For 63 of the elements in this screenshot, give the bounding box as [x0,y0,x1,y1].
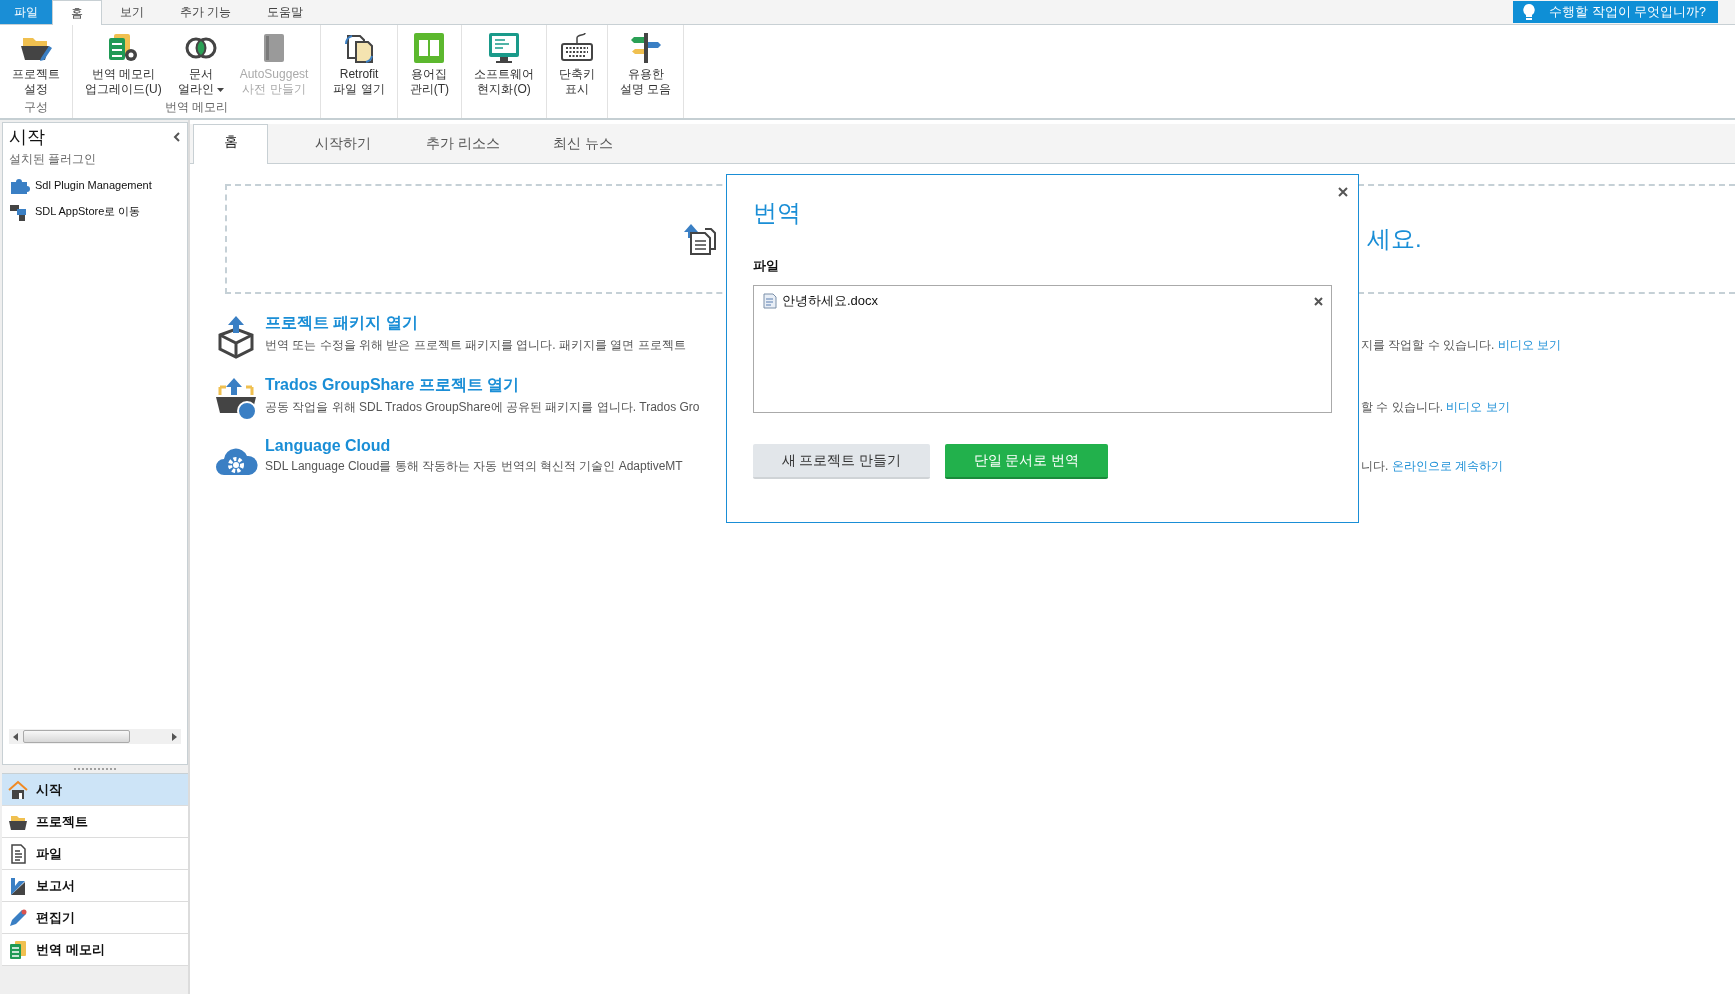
remove-icon[interactable] [1314,296,1323,306]
file-list[interactable]: 안녕하세요.docx [753,285,1332,413]
create-project-button[interactable]: 새 프로젝트 만들기 [753,444,930,479]
upload-documents-icon [683,223,717,255]
plugin-item[interactable]: SDL AppStore로 이동 [9,198,181,225]
ribbon-tab[interactable]: 추가 기능 [162,0,250,24]
video-link[interactable]: 온라인으로 계속하기 [1391,459,1503,473]
keyboard-icon [560,32,595,64]
ribbon-button[interactable]: Retrofit 파일 열기 [325,25,393,118]
nav-item[interactable]: 파일 [2,838,188,870]
close-icon[interactable] [1338,187,1348,197]
open-book-icon [412,32,447,64]
nav-item[interactable]: 프로젝트 [2,806,188,838]
house-icon [8,779,28,800]
video-link[interactable]: 비디오 보기 [1497,338,1561,352]
horizontal-scrollbar[interactable] [9,729,181,744]
database-icon [8,939,28,960]
ribbon-tab[interactable]: 보기 [102,0,162,24]
ribbon-button[interactable]: 용어집 관리(T) [401,25,458,118]
field-label: 파일 [753,257,780,275]
description-text: SDL Language Cloud를 통해 작동하는 자동 번역의 혁신적 기술인 AdaptiveMT [265,458,684,475]
tell-me-search-field[interactable]: 수행할 작업이 무엇입니까? [1513,1,1718,23]
lightbulb-icon [1523,4,1536,20]
plugin-item[interactable]: Sdl Plugin Management [9,171,181,198]
video-link[interactable]: 비디오 보기 [1446,400,1510,414]
monitor-icon [487,32,522,64]
description-text: 지를 작업할 수 있습니다. 비디오 보기 [1361,337,1561,354]
drop-zone-text: 세요. [1367,224,1422,254]
report-icon [8,875,28,896]
section-heading: 설치된 플러그인 [9,151,98,168]
file-tab[interactable]: 파일 [0,0,52,24]
ribbon-button[interactable]: 문서 얼라인 [169,25,232,99]
document-icon [8,843,28,864]
collapse-chevron-icon[interactable] [173,132,181,142]
nav-item[interactable]: 번역 메모리 [2,934,188,966]
ribbon-button[interactable]: 번역 메모리 업그레이드(U) [77,25,170,99]
document-icon [762,293,778,309]
group-label: 번역 메모리 [165,99,229,116]
ribbon-button[interactable]: 유용한 설명 모음 [612,25,680,118]
ribbon-tab[interactable]: 도움말 [249,0,322,24]
panel-title: 시작 [9,126,45,149]
nav-item[interactable]: 보고서 [2,870,188,902]
pencil-icon [8,907,28,928]
group-label: 구성 [24,99,48,116]
description-text: 니다. 온라인으로 계속하기 [1361,458,1503,475]
content-tab[interactable]: 홈 [193,124,268,164]
nav-item[interactable]: 시작 [2,774,188,806]
ribbon-button[interactable]: 단축키 표시 [551,25,604,118]
file-name: 안녕하세요.docx [782,292,879,310]
description-text: 공동 작업을 위해 SDL Trados GroupShare에 공유된 패키지를 엽니다. Trados Gro [265,399,701,416]
ribbon-button[interactable]: 소프트웨어 현지화(O) [466,25,543,118]
tray-globe-icon [214,377,258,421]
ribbon-tab[interactable]: 홈 [52,0,102,25]
scroll-left-icon[interactable] [13,732,19,741]
description-text: 번역 또는 수정을 위해 받은 프로젝트 패키지를 엽니다. 패키지를 열면 프로젝트 [265,337,687,354]
content-tab[interactable]: 추가 리소스 [403,124,523,163]
scroll-right-icon[interactable] [171,732,177,741]
nav-item[interactable]: 편집기 [2,902,188,934]
ribbon-button[interactable]: 프로젝트 설정 [4,25,68,99]
description-text: 할 수 있습니다. 비디오 보기 [1361,399,1510,416]
dialog-title: 번역 [753,198,802,228]
content-tab[interactable]: 최신 뉴스 [523,124,643,163]
content-tab[interactable]: 시작하기 [283,124,403,163]
